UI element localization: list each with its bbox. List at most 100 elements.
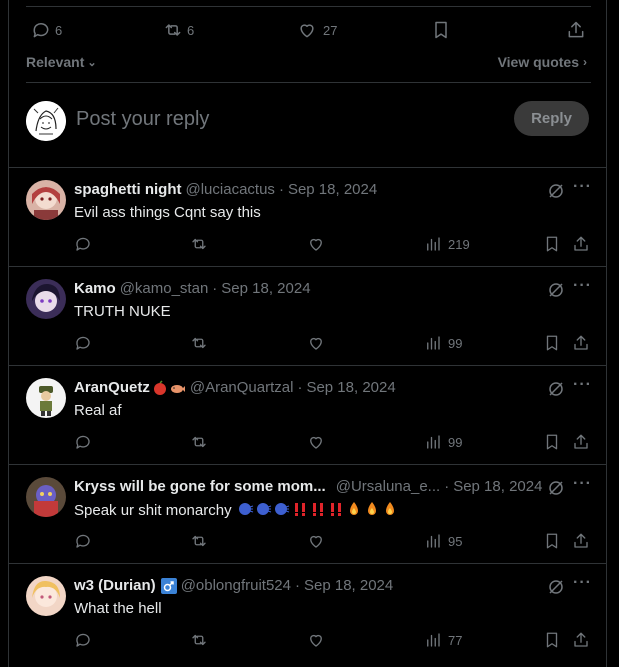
user-handle[interactable]: @oblongfruit524 (181, 577, 291, 594)
reply-item[interactable]: w3 (Durian) @oblongfruit524 · Sep 18, 20… (9, 563, 606, 662)
chevron-down-icon: ⌄ (87, 56, 97, 69)
post-date[interactable]: Sep 18, 2024 (306, 379, 395, 396)
analytics-icon (427, 336, 440, 350)
avatar[interactable] (26, 576, 66, 616)
share-action[interactable] (572, 235, 590, 253)
repost-icon (192, 634, 206, 646)
more-options-icon[interactable]: ··· (573, 476, 591, 495)
like-count-button[interactable]: 27 (297, 18, 337, 42)
emoji-icon (170, 384, 185, 393)
avatar[interactable] (26, 180, 66, 220)
reply-item[interactable]: spaghetti night @luciacactus · Sep 18, 2… (9, 167, 606, 266)
share-action[interactable] (572, 532, 590, 550)
views-action[interactable]: 99 (424, 334, 462, 352)
grok-icon[interactable] (547, 380, 565, 398)
user-handle[interactable]: @luciacactus (186, 181, 275, 198)
reply-input[interactable]: Post your reply (76, 108, 209, 131)
bookmark-action[interactable] (543, 334, 561, 352)
reply-action[interactable] (74, 631, 92, 649)
heart-icon (310, 634, 322, 647)
sort-dropdown[interactable]: Relevant ⌄ (26, 54, 97, 70)
display-name[interactable]: AranQuetz (74, 379, 150, 396)
post-date[interactable]: Sep 18, 2024 (453, 478, 542, 495)
separator: · (278, 181, 284, 198)
user-avatar[interactable] (26, 101, 66, 141)
bookmark-action[interactable] (543, 532, 561, 550)
separator: · (444, 478, 450, 495)
repost-icon (165, 24, 181, 36)
display-name[interactable]: spaghetti night (74, 181, 182, 198)
conversation-column: 6 6 27 Relevant ⌄ View quotes › Post you… (8, 0, 607, 667)
like-action[interactable] (307, 631, 325, 649)
reply-item[interactable]: Kamo @kamo_stan · Sep 18, 2024 TRUTH NUK… (9, 266, 606, 365)
display-name[interactable]: Kryss will be gone for some mom... (74, 478, 326, 495)
fire-emoji (349, 502, 358, 515)
reply-count: 6 (55, 22, 63, 38)
heart-icon (310, 238, 322, 251)
share-action[interactable] (572, 334, 590, 352)
reply-action[interactable] (74, 235, 92, 253)
share-action[interactable] (572, 631, 590, 649)
heart-icon (310, 436, 322, 449)
user-handle[interactable]: @AranQuartzal (190, 379, 294, 396)
comment-icon (76, 435, 90, 449)
like-action[interactable] (307, 235, 325, 253)
post-date[interactable]: Sep 18, 2024 (288, 181, 377, 198)
grok-icon[interactable] (547, 479, 565, 497)
avatar[interactable] (26, 279, 66, 319)
share-action[interactable] (572, 433, 590, 451)
more-options-icon[interactable]: ··· (573, 377, 591, 396)
grok-icon[interactable] (547, 182, 565, 200)
repost-action[interactable] (190, 235, 208, 253)
user-handle[interactable]: @kamo_stan (120, 280, 209, 297)
sort-label: Relevant (26, 54, 85, 70)
like-action[interactable] (307, 334, 325, 352)
views-action[interactable]: 99 (424, 433, 462, 451)
bookmark-button[interactable] (431, 18, 451, 42)
bookmark-action[interactable] (543, 433, 561, 451)
reply-action[interactable] (74, 532, 92, 550)
display-name[interactable]: w3 (Durian) (74, 577, 156, 594)
repost-count-button[interactable]: 6 (163, 18, 194, 42)
user-handle[interactable]: @Ursaluna_e... (336, 478, 440, 495)
repost-action[interactable] (190, 631, 208, 649)
views-action[interactable]: 77 (424, 631, 462, 649)
post-date[interactable]: Sep 18, 2024 (221, 280, 310, 297)
fire-emoji (367, 502, 376, 515)
display-name[interactable]: Kamo (74, 280, 116, 297)
repost-action[interactable] (190, 433, 208, 451)
views-action[interactable]: 95 (424, 532, 462, 550)
view-quotes-link[interactable]: View quotes › (498, 54, 587, 70)
like-action[interactable] (307, 532, 325, 550)
reply-action[interactable] (74, 334, 92, 352)
repost-action[interactable] (190, 334, 208, 352)
share-button[interactable] (566, 18, 586, 42)
reply-count-button[interactable]: 6 (31, 18, 62, 42)
comment-icon (76, 633, 90, 647)
bookmark-icon (546, 335, 558, 351)
more-options-icon[interactable]: ··· (573, 278, 591, 297)
like-action[interactable] (307, 433, 325, 451)
reply-text: Evil ass things Cqnt say this (74, 204, 261, 221)
bookmark-action[interactable] (543, 631, 561, 649)
bookmark-icon (546, 533, 558, 549)
view-count: 77 (448, 632, 463, 648)
chevron-right-icon: › (583, 55, 587, 69)
more-options-icon[interactable]: ··· (573, 179, 591, 198)
heart-icon (300, 24, 314, 38)
grok-icon[interactable] (547, 281, 565, 299)
reply-button[interactable]: Reply (514, 101, 589, 136)
avatar[interactable] (26, 477, 66, 517)
reply-item[interactable]: Kryss will be gone for some mom... @Ursa… (9, 464, 606, 563)
reply-item[interactable]: AranQuetz @AranQuartzal · Sep 18, 2024 R… (9, 365, 606, 464)
bookmark-action[interactable] (543, 235, 561, 253)
repost-action[interactable] (190, 532, 208, 550)
more-options-icon[interactable]: ··· (573, 575, 591, 594)
post-date[interactable]: Sep 18, 2024 (304, 577, 393, 594)
views-action[interactable]: 219 (424, 235, 470, 253)
reply-text-content: Speak ur shit monarchy (74, 502, 232, 519)
avatar[interactable] (26, 378, 66, 418)
reply-action[interactable] (74, 433, 92, 451)
like-count: 27 (323, 22, 338, 38)
grok-icon[interactable] (547, 578, 565, 596)
